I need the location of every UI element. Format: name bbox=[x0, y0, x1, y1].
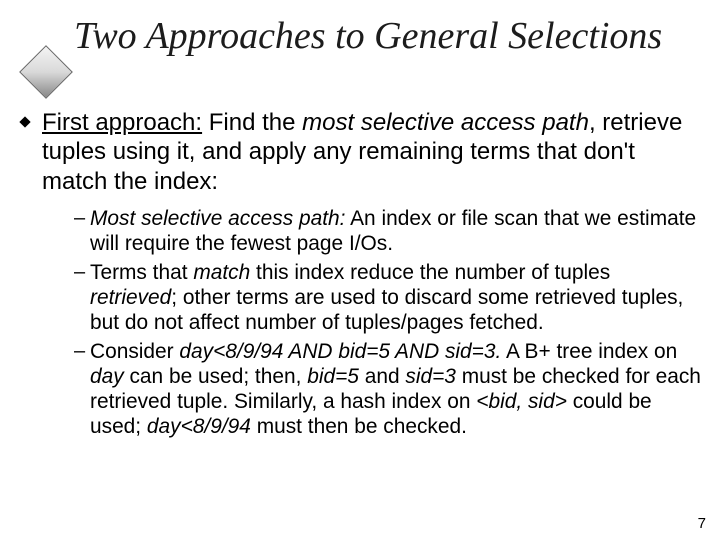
dash-bullet-icon: – bbox=[74, 339, 90, 363]
text-italic: <bid, sid> bbox=[476, 390, 567, 413]
text-seg: Consider bbox=[90, 340, 179, 363]
diamond-bullet-icon bbox=[18, 115, 32, 129]
lead-text: First approach: bbox=[42, 109, 202, 136]
list-item-text: Most selective access path: An index or … bbox=[90, 206, 702, 256]
text-italic: day<8/9/94 bbox=[147, 415, 251, 438]
slide-body: First approach: Find the most selective … bbox=[0, 100, 720, 440]
text-italic: sid=3 bbox=[405, 365, 456, 388]
bullet-level1-text: First approach: Find the most selective … bbox=[42, 108, 702, 196]
text-seg: can be used; then, bbox=[124, 365, 308, 388]
text-italic: day<8/9/94 AND bid=5 AND sid=3. bbox=[179, 340, 501, 363]
dash-bullet-icon: – bbox=[74, 260, 90, 284]
list-item: – Consider day<8/9/94 AND bid=5 AND sid=… bbox=[74, 339, 702, 439]
slide-title: Two Approaches to General Selections bbox=[74, 16, 662, 58]
sub-bullet-list: – Most selective access path: An index o… bbox=[74, 206, 702, 440]
list-item-text: Terms that match this index reduce the n… bbox=[90, 260, 702, 335]
bullet-level1: First approach: Find the most selective … bbox=[18, 108, 702, 196]
text-italic: bid=5 bbox=[307, 365, 359, 388]
title-row: Two Approaches to General Selections bbox=[0, 0, 720, 100]
text-seg: this index reduce the number of tuples bbox=[250, 261, 610, 284]
text-seg: and bbox=[359, 365, 405, 388]
list-item-text: Consider day<8/9/94 AND bid=5 AND sid=3.… bbox=[90, 339, 702, 439]
text-seg: Terms that bbox=[90, 261, 193, 284]
text-seg: ; other terms are used to discard some r… bbox=[90, 286, 683, 334]
list-item: – Terms that match this index reduce the… bbox=[74, 260, 702, 335]
page-number: 7 bbox=[698, 515, 706, 532]
title-diamond-icon bbox=[20, 46, 70, 96]
text-seg: A B+ tree index on bbox=[501, 340, 677, 363]
list-item: – Most selective access path: An index o… bbox=[74, 206, 702, 256]
text-italic: match bbox=[193, 261, 250, 284]
text-seg: must then be checked. bbox=[251, 415, 467, 438]
text-italic: day bbox=[90, 365, 124, 388]
slide: Two Approaches to General Selections Fir… bbox=[0, 0, 720, 540]
text-italic: most selective access path bbox=[302, 109, 589, 136]
text-seg: Find the bbox=[202, 109, 302, 136]
text-italic: retrieved bbox=[90, 286, 171, 309]
dash-bullet-icon: – bbox=[74, 206, 90, 230]
text-italic: Most selective access path: bbox=[90, 207, 345, 230]
